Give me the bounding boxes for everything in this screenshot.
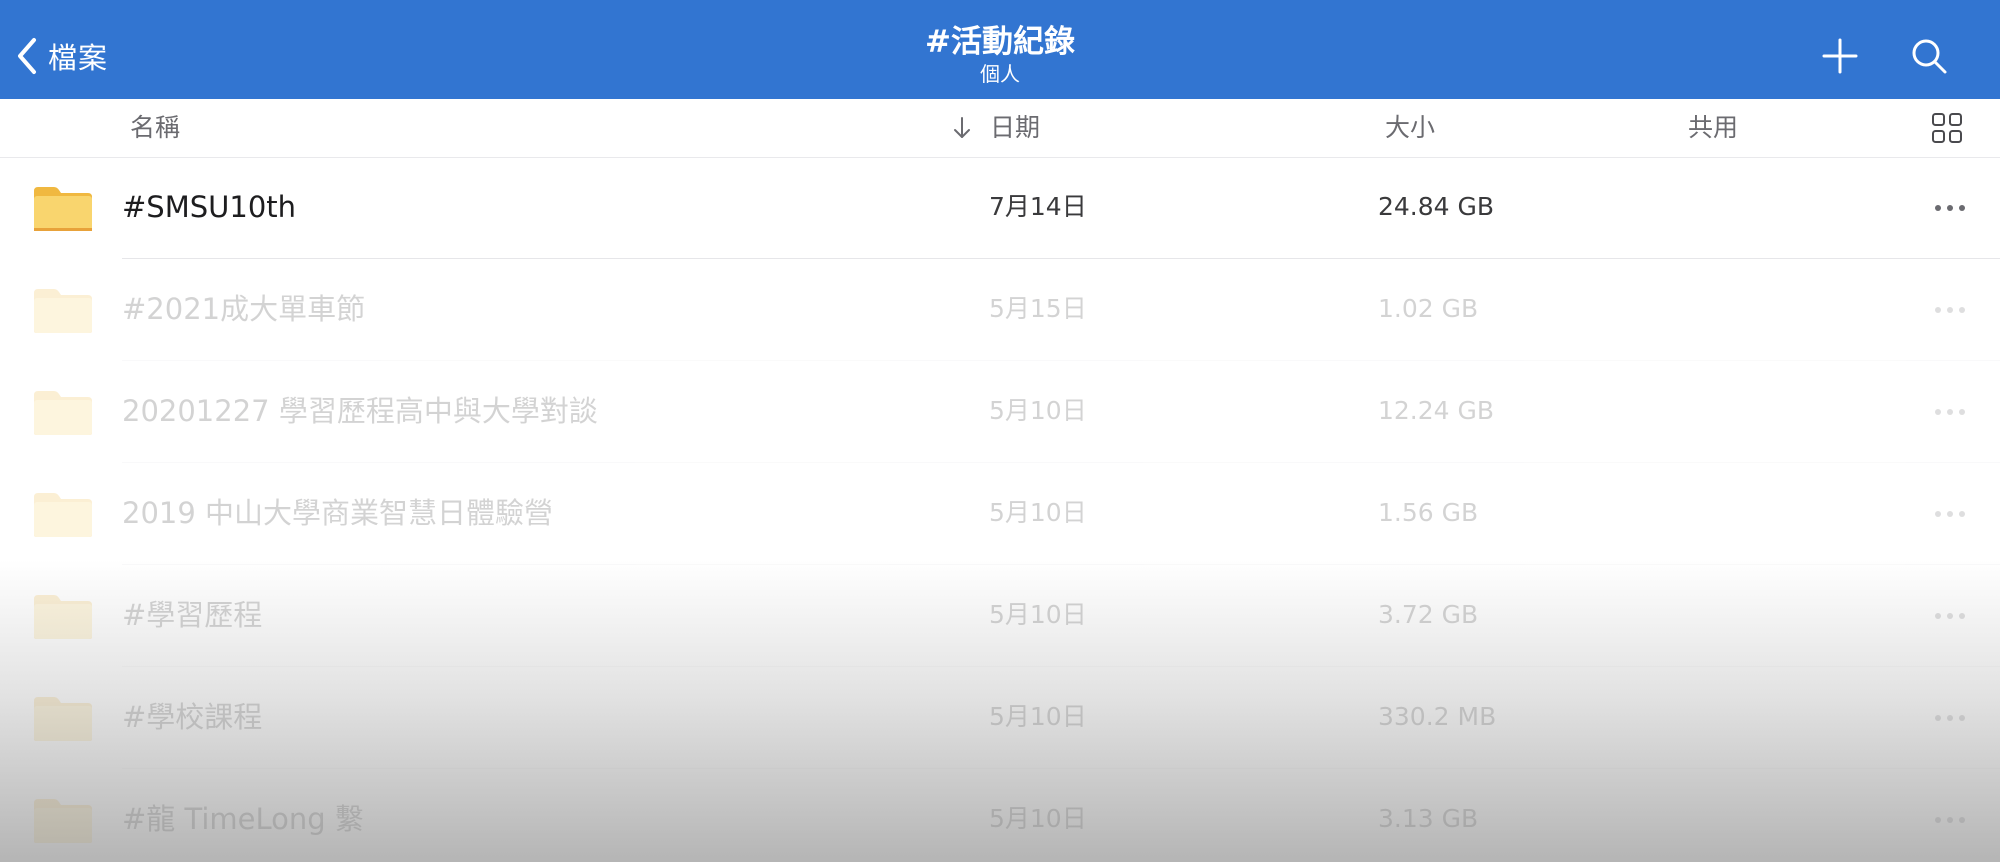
- column-name[interactable]: 名稱: [130, 111, 180, 145]
- file-list: #SMSU10th 7月14日 24.84 GB #2021成大單車節 5月15…: [0, 157, 2000, 862]
- list-item[interactable]: #SMSU10th 7月14日 24.84 GB: [0, 157, 2000, 259]
- back-label: 檔案: [48, 41, 109, 75]
- more-options-icon[interactable]: [1932, 193, 1968, 223]
- list-item[interactable]: #學習歷程 5月10日 3.72 GB: [0, 565, 2000, 667]
- folder-icon: [34, 595, 92, 639]
- file-date: 7月14日: [989, 192, 1087, 221]
- list-item[interactable]: 2019 中山大學商業智慧日體驗營 5月10日 1.56 GB: [0, 463, 2000, 565]
- more-options-icon[interactable]: [1932, 703, 1968, 733]
- navigation-bar: 檔案 #活動紀錄 個人: [0, 0, 2000, 99]
- file-size: 3.13 GB: [1378, 804, 1479, 833]
- file-date: 5月15日: [989, 294, 1087, 323]
- title-block: #活動紀錄 個人: [700, 22, 1300, 86]
- chevron-left-icon: [18, 38, 36, 74]
- files-app-window: 檔案 #活動紀錄 個人 名稱 日期 大小 共用 #SMSU10th 7月14日 …: [0, 0, 2000, 862]
- folder-icon: [34, 799, 92, 843]
- file-name: #2021成大單車節: [122, 292, 366, 326]
- more-options-icon[interactable]: [1932, 601, 1968, 631]
- folder-icon: [34, 391, 92, 435]
- more-options-icon[interactable]: [1932, 295, 1968, 325]
- file-name: 2019 中山大學商業智慧日體驗營: [122, 496, 554, 530]
- plus-icon: [1822, 38, 1858, 74]
- file-date: 5月10日: [989, 498, 1087, 527]
- column-date[interactable]: 日期: [990, 111, 1040, 145]
- folder-icon: [34, 289, 92, 333]
- list-item[interactable]: #學校課程 5月10日 330.2 MB: [0, 667, 2000, 769]
- add-button[interactable]: [1818, 34, 1862, 78]
- file-date: 5月10日: [989, 702, 1087, 731]
- file-size: 1.56 GB: [1378, 498, 1479, 527]
- file-name: 20201227 學習歷程高中與大學對談: [122, 394, 598, 428]
- list-item[interactable]: #2021成大單車節 5月15日 1.02 GB: [0, 259, 2000, 361]
- file-size: 3.72 GB: [1378, 600, 1479, 629]
- more-options-icon[interactable]: [1932, 397, 1968, 427]
- folder-icon: [34, 493, 92, 537]
- file-name: #學習歷程: [122, 598, 263, 632]
- column-size[interactable]: 大小: [1385, 111, 1435, 145]
- page-title: #活動紀錄: [925, 24, 1075, 60]
- more-options-icon[interactable]: [1932, 499, 1968, 529]
- grid-view-icon[interactable]: [1930, 111, 1964, 145]
- file-date: 5月10日: [989, 600, 1087, 629]
- folder-icon: [34, 697, 92, 741]
- page-subtitle: 個人: [980, 62, 1020, 86]
- arrow-down-icon[interactable]: [950, 115, 974, 141]
- file-name: #龍 TimeLong 繫: [122, 802, 364, 836]
- search-button[interactable]: [1907, 34, 1951, 78]
- list-item[interactable]: 20201227 學習歷程高中與大學對談 5月10日 12.24 GB: [0, 361, 2000, 463]
- list-item[interactable]: #龍 TimeLong 繫 5月10日 3.13 GB: [0, 769, 2000, 862]
- file-size: 24.84 GB: [1378, 192, 1495, 221]
- file-size: 330.2 MB: [1378, 702, 1497, 731]
- more-options-icon[interactable]: [1932, 805, 1968, 835]
- back-button[interactable]: 檔案: [16, 30, 108, 82]
- column-shared[interactable]: 共用: [1688, 111, 1738, 145]
- file-date: 5月10日: [989, 396, 1087, 425]
- column-header-row: 名稱 日期 大小 共用: [0, 99, 2000, 158]
- file-size: 1.02 GB: [1378, 294, 1479, 323]
- file-name: #SMSU10th: [122, 190, 297, 224]
- search-icon: [1912, 39, 1947, 74]
- file-date: 5月10日: [989, 804, 1087, 833]
- folder-icon: [34, 187, 92, 231]
- file-name: #學校課程: [122, 700, 263, 734]
- file-size: 12.24 GB: [1378, 396, 1495, 425]
